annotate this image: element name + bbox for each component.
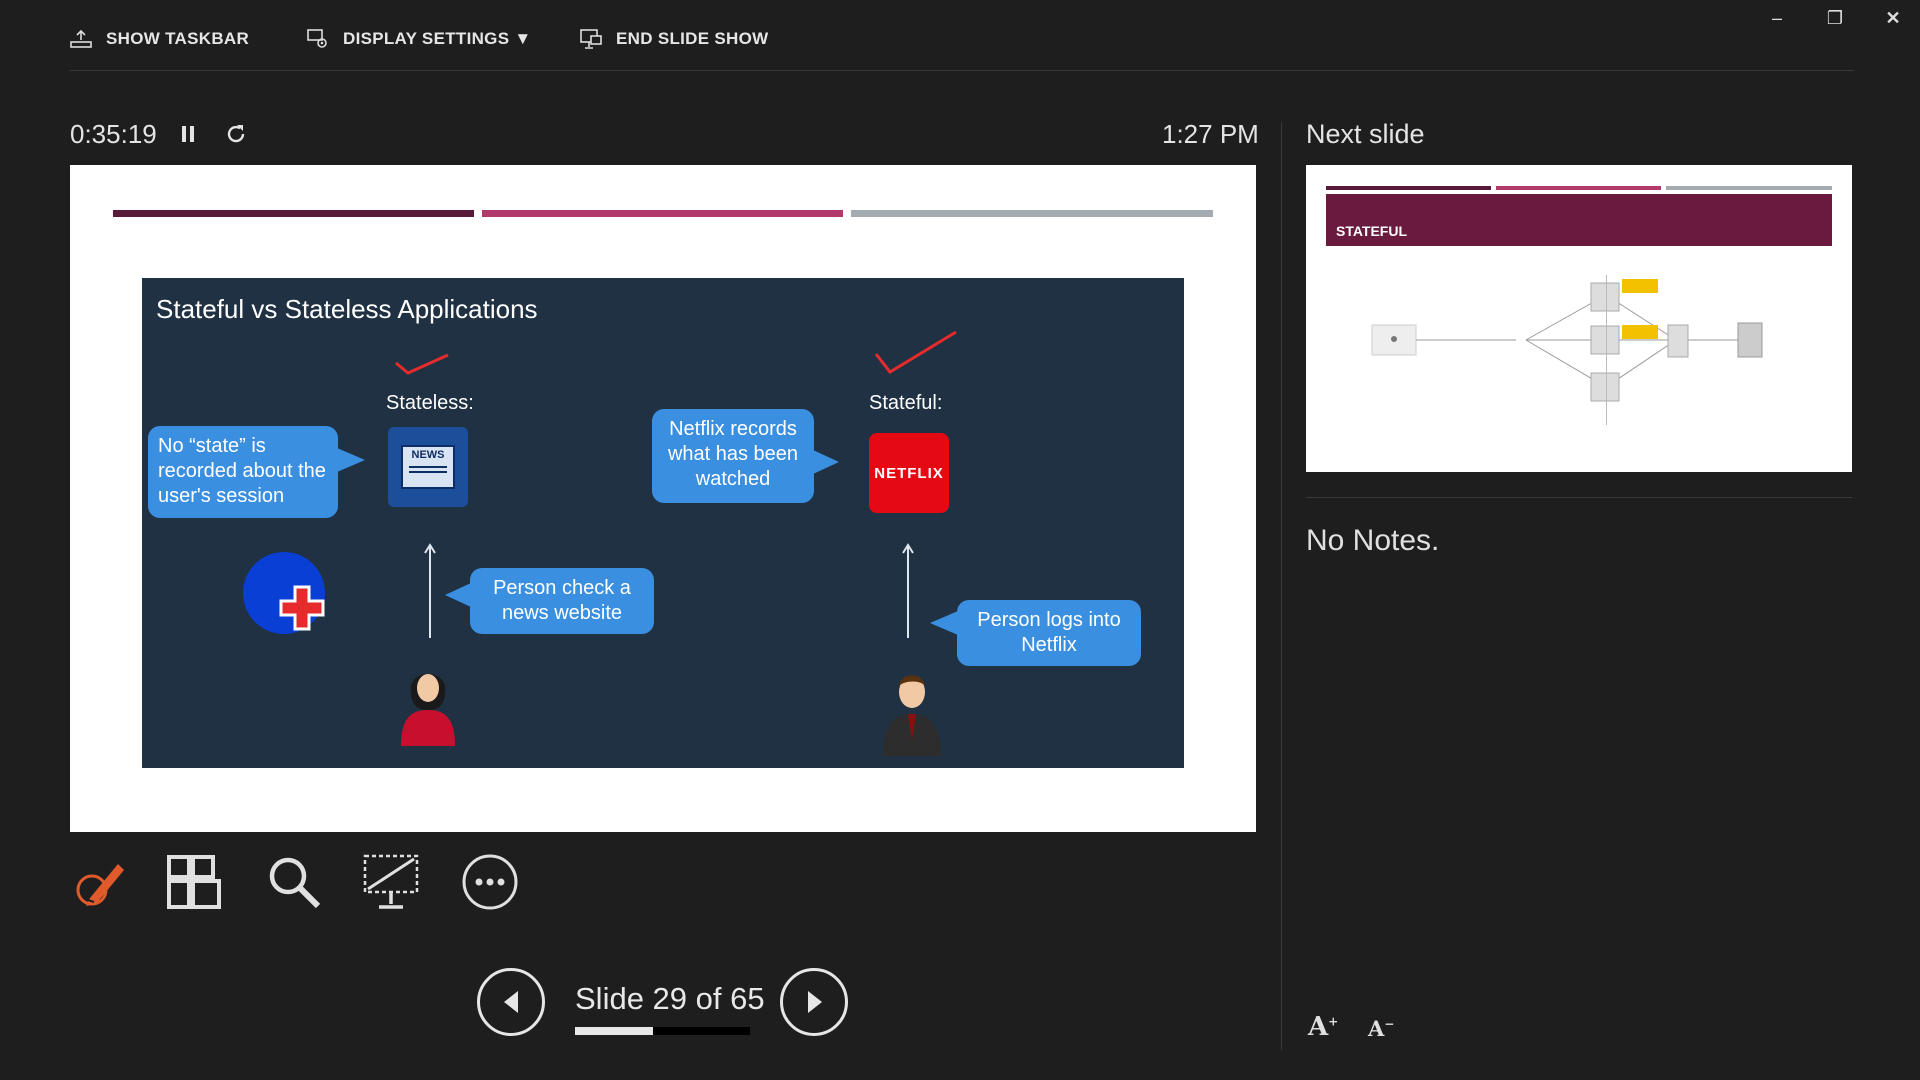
pause-icon (182, 126, 194, 142)
slide-content-image: Stateful vs Stateless Applications State… (142, 278, 1184, 768)
up-arrow-icon (902, 543, 914, 638)
checkmark-icon (874, 330, 957, 374)
display-settings-button[interactable]: DISPLAY SETTINGS ▼ (307, 24, 532, 54)
checkmark-icon (395, 353, 449, 375)
pause-timer-button[interactable] (180, 124, 196, 149)
thumb-diagram (1371, 275, 1763, 425)
bubble-tail (445, 583, 471, 607)
restart-icon (227, 125, 245, 143)
news-icon-text: NEWS (411, 449, 445, 461)
slide-counter[interactable]: Slide 29 of 65 (575, 981, 765, 1017)
bubble-tail (813, 450, 839, 474)
thumb-header: STATEFUL (1326, 194, 1832, 246)
end-slide-show-label: END SLIDE SHOW (616, 29, 769, 48)
netflix-logo: NETFLIX (869, 433, 949, 513)
end-slide-show-button[interactable]: END SLIDE SHOW (580, 24, 769, 54)
thumb-bar-2 (1496, 186, 1661, 190)
slide-title: Stateful vs Stateless Applications (156, 294, 538, 324)
restore-icon[interactable]: ❐ (1815, 8, 1855, 30)
restart-timer-button[interactable] (224, 122, 248, 151)
triangle-left-icon (504, 991, 518, 1013)
close-icon[interactable]: ✕ (1873, 8, 1913, 30)
show-taskbar-label: SHOW TASKBAR (106, 29, 250, 48)
taskbar-icon (70, 29, 92, 49)
previous-slide-button[interactable] (477, 968, 545, 1036)
current-time: 1:27 PM (1162, 119, 1259, 149)
netflix-records-bubble: Netflix records what has been watched (652, 409, 814, 503)
notes-divider (1306, 497, 1852, 498)
bubble-tail (930, 611, 958, 635)
grid-slides-icon (167, 855, 221, 909)
panel-divider (1281, 122, 1282, 1050)
display-settings-label: DISPLAY SETTINGS ▼ (343, 29, 532, 48)
slide-header-bar-3 (851, 210, 1213, 217)
increase-font-button[interactable]: A+ (1308, 1012, 1338, 1042)
zoom-button[interactable] (264, 852, 324, 912)
current-slide[interactable]: Stateful vs Stateless Applications State… (70, 165, 1256, 832)
black-screen-button[interactable] (361, 852, 421, 912)
slide-header-bar-2 (482, 210, 843, 217)
next-slide-label: Next slide (1306, 119, 1425, 149)
pen-icon (76, 864, 124, 906)
pen-tool-button[interactable] (68, 852, 128, 912)
decrease-font-button[interactable]: A− (1368, 1016, 1394, 1041)
magnifier-icon (269, 857, 321, 909)
man-user-icon (883, 675, 941, 756)
more-icon (462, 854, 518, 910)
woman-user-icon (401, 674, 455, 746)
no-state-bubble: No “state” is recorded about the user's … (148, 426, 338, 518)
slide-progress-bar (575, 1027, 750, 1035)
elapsed-timer: 0:35:19 (70, 119, 157, 149)
thumb-bar-3 (1666, 186, 1832, 190)
end-show-icon (580, 28, 602, 50)
person-news-bubble: Person check a news website (470, 568, 654, 634)
black-screen-icon (363, 854, 419, 909)
more-options-button[interactable] (460, 852, 520, 912)
red-cross-icon (279, 585, 325, 631)
display-settings-icon (307, 28, 329, 50)
bubble-tail (337, 448, 365, 472)
toolbar-divider (70, 70, 1854, 71)
see-all-slides-button[interactable] (164, 852, 224, 912)
triangle-right-icon (808, 991, 822, 1013)
next-slide-thumbnail[interactable]: STATEFUL (1306, 165, 1852, 472)
thumb-title: STATEFUL (1336, 223, 1408, 239)
show-taskbar-button[interactable]: SHOW TASKBAR (70, 24, 249, 54)
minimize-icon[interactable]: – (1757, 8, 1797, 30)
news-icon: NEWS (388, 427, 468, 507)
stateful-label: Stateful: (869, 392, 943, 414)
thumb-bar-1 (1326, 186, 1491, 190)
stateless-label: Stateless: (386, 392, 474, 414)
slide-progress-fill (575, 1027, 654, 1035)
person-netflix-bubble: Person logs into Netflix (957, 600, 1141, 666)
next-slide-button[interactable] (780, 968, 848, 1036)
speaker-notes: No Notes. (1306, 524, 1440, 557)
up-arrow-icon (424, 543, 436, 638)
slide-header-bar-1 (113, 210, 474, 217)
